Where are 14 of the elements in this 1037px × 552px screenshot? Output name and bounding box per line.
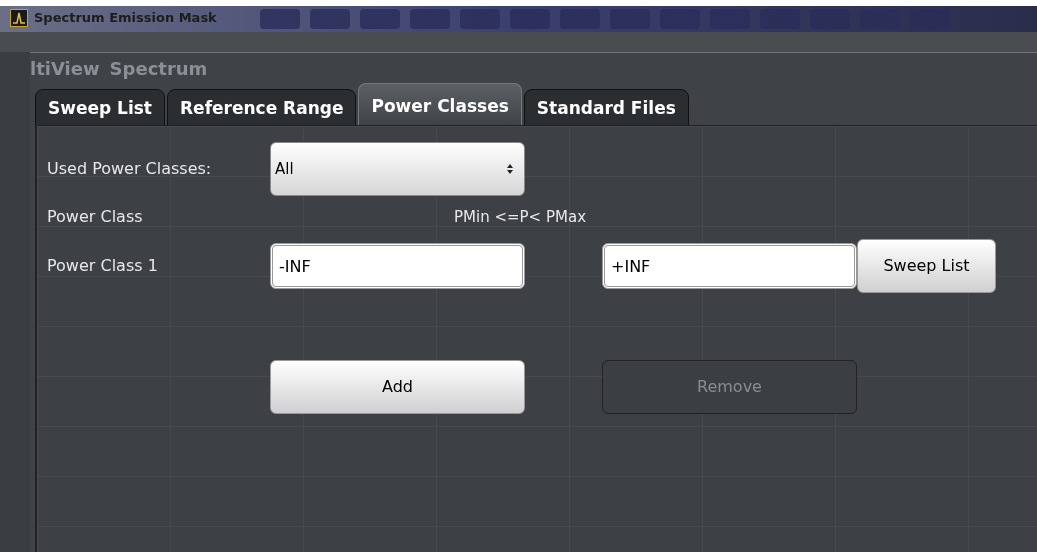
column-header: Power Class (46, 206, 144, 228)
window-title: Spectrum Emission Mask (34, 9, 217, 27)
pmax-field[interactable]: +INF (602, 243, 857, 289)
used-power-classes-dropdown[interactable]: All (270, 142, 525, 196)
action-button[interactable]: Add (270, 360, 525, 414)
background-tab-label: Spectrum (109, 57, 208, 81)
column-header: PMin <=P< PMax (454, 206, 586, 228)
pmin-field[interactable]: -INF (270, 243, 525, 289)
up-down-arrows-icon (506, 163, 514, 175)
background-tab-label: ltiView (30, 57, 100, 81)
sweep-list-button[interactable]: Sweep List (857, 239, 996, 293)
used-power-classes-label: Used Power Classes: (46, 158, 213, 180)
power-class-label: Power Class 1 (46, 255, 159, 277)
app-logo-icon (10, 8, 28, 27)
